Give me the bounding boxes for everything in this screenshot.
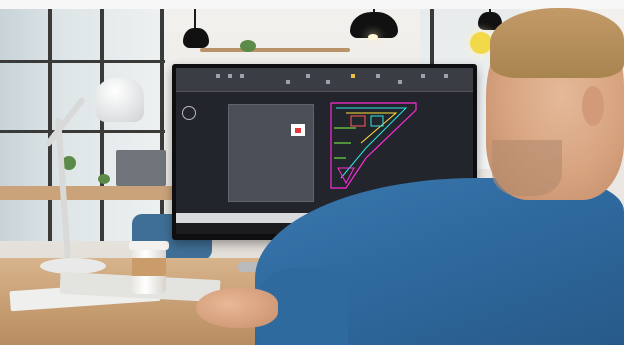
- tool-icon: [228, 74, 232, 78]
- tool-icon: [398, 80, 402, 84]
- plant: [98, 174, 110, 184]
- laptop: [116, 150, 166, 186]
- office-scene: [0, 0, 624, 345]
- pendant-lamp-icon: [183, 28, 209, 48]
- pendant-bulb: [470, 32, 492, 54]
- back-desk: [0, 186, 185, 200]
- tool-icon: [286, 80, 290, 84]
- person-hand: [196, 288, 278, 328]
- pendant-bulb: [368, 34, 378, 40]
- plant: [240, 40, 256, 52]
- window-crossbar: [0, 60, 165, 63]
- window-mullion: [160, 9, 164, 241]
- cad-lines: [330, 102, 417, 189]
- tool-icon: [216, 74, 220, 78]
- person-beard: [492, 140, 562, 196]
- tool-icon: [240, 74, 244, 78]
- viewcube-icon: [182, 106, 196, 120]
- window-crossbar: [0, 130, 165, 133]
- tool-icon: [444, 74, 448, 78]
- window-left: [0, 9, 165, 241]
- shelf: [200, 48, 350, 52]
- top-strip: [0, 0, 624, 9]
- window-mullion: [48, 9, 52, 241]
- tool-icon: [351, 74, 355, 78]
- cup-lid: [129, 241, 169, 250]
- cad-properties-panel: [228, 104, 314, 202]
- tool-icon: [306, 74, 310, 78]
- tool-icon: [326, 80, 330, 84]
- window-mullion: [100, 9, 104, 241]
- tool-icon: [376, 74, 380, 78]
- person-ear: [582, 86, 604, 126]
- cad-ribbon-toolbar: [176, 68, 473, 92]
- cup-sleeve: [132, 258, 166, 276]
- desk-lamp-icon: [96, 78, 144, 122]
- thumbnail-mark: [295, 128, 301, 133]
- person-hair: [490, 8, 624, 78]
- tool-icon: [421, 74, 425, 78]
